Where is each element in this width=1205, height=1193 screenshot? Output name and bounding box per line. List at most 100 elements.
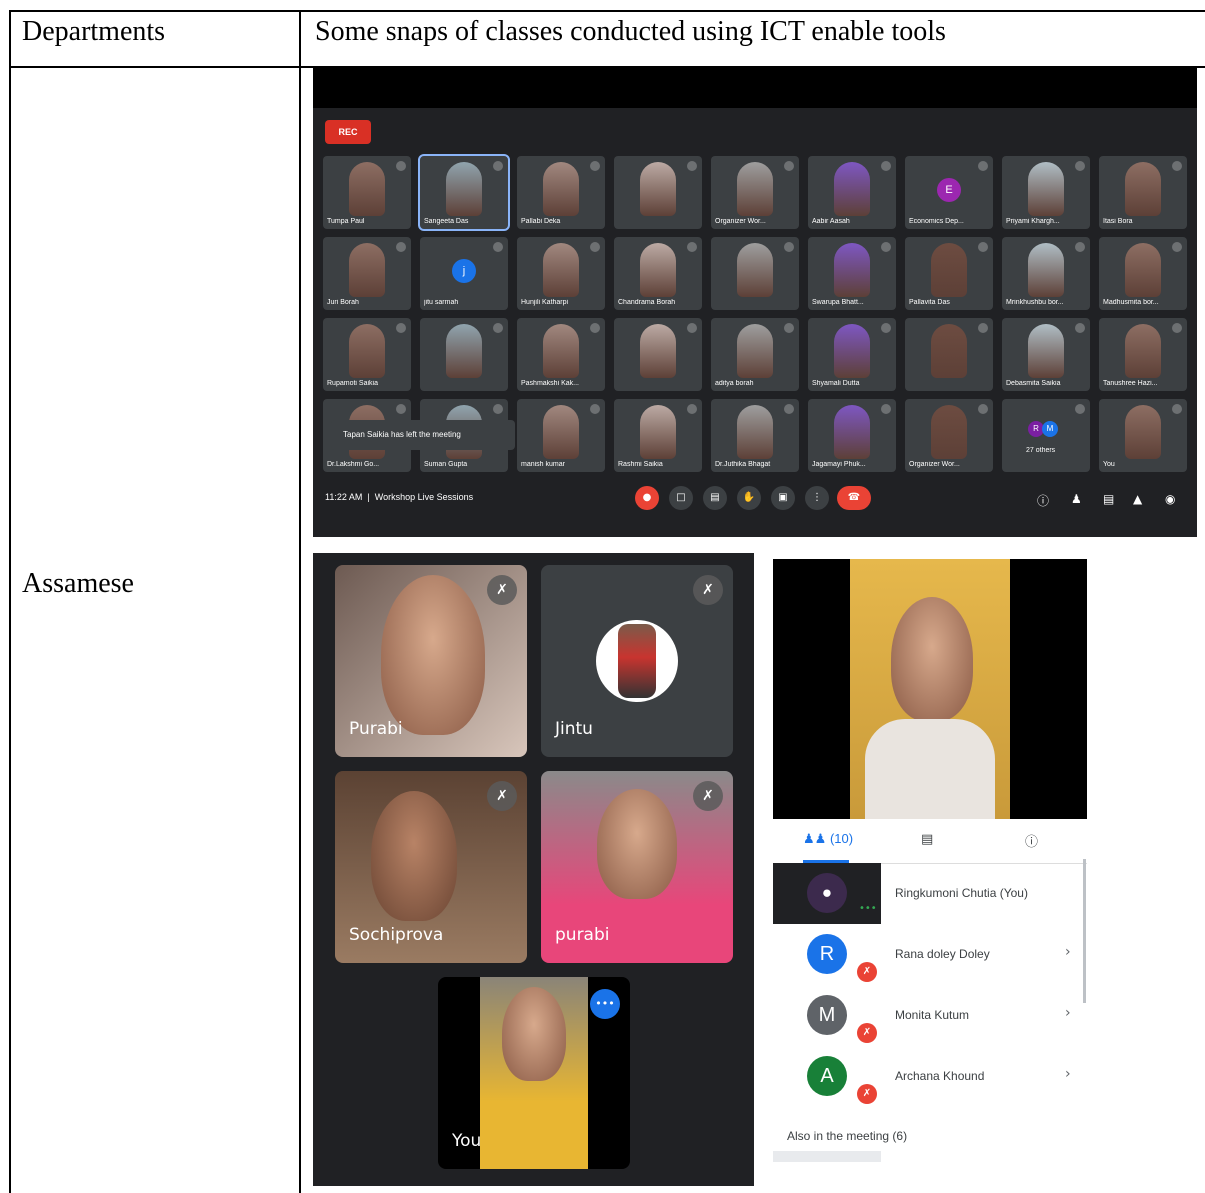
meeting-time-info: 11:22 AM | Workshop Live Sessions bbox=[325, 492, 473, 502]
chat-icon[interactable]: ▤ bbox=[1103, 492, 1114, 506]
meeting-time: 11:22 AM bbox=[325, 492, 363, 502]
activities-icon[interactable]: ▲ bbox=[1133, 492, 1142, 506]
participant-tile: Rashmi Saikia bbox=[614, 399, 702, 472]
tab-info[interactable]: ⓘ bbox=[1025, 831, 1038, 850]
raise-hand-button[interactable]: ✋ bbox=[737, 486, 761, 510]
participant-tile: Sangeeta Das bbox=[418, 154, 510, 231]
participant-name: Debasmita Saikia bbox=[1006, 380, 1061, 387]
participant-face bbox=[349, 162, 385, 216]
mic-icon bbox=[784, 323, 794, 333]
avatar: E bbox=[937, 178, 961, 202]
mic-icon bbox=[687, 161, 697, 171]
people-count: (10) bbox=[829, 831, 854, 846]
speaker-video bbox=[773, 559, 1087, 819]
time-separator: | bbox=[364, 492, 373, 502]
present-button[interactable]: ▣ bbox=[771, 486, 795, 510]
participant-tile: Jagamayi Phuk... bbox=[808, 399, 896, 472]
recording-badge: REC bbox=[325, 120, 371, 144]
info-icon[interactable]: ⓘ bbox=[1037, 492, 1049, 509]
participant-name: You bbox=[1103, 461, 1115, 468]
participant-face bbox=[931, 243, 967, 297]
participant-name: Chandrama Borah bbox=[618, 299, 676, 306]
mic-icon bbox=[784, 161, 794, 171]
end-call-button[interactable]: ☎ bbox=[837, 486, 871, 510]
participant-face bbox=[737, 405, 773, 459]
camera-button[interactable]: □ bbox=[669, 486, 693, 510]
mic-icon bbox=[1172, 161, 1182, 171]
participant-face bbox=[1125, 324, 1161, 378]
mic-icon bbox=[978, 323, 988, 333]
participant-name: Rupamoti Saikia bbox=[327, 380, 378, 387]
participant-tile: Chandrama Borah bbox=[614, 237, 702, 310]
participant-tile: j jitu sarmah bbox=[420, 237, 508, 310]
avatar: R bbox=[807, 934, 847, 974]
participant-face bbox=[1125, 405, 1161, 459]
participant-name: Ringkumoni Chutia (You) bbox=[895, 886, 1028, 900]
scrollbar[interactable] bbox=[1083, 859, 1086, 1003]
chevron-right-icon[interactable]: › bbox=[1065, 1066, 1071, 1082]
participant-name: Suman Gupta bbox=[424, 461, 468, 468]
participant-name: Pallabi Deka bbox=[521, 218, 561, 225]
participant-name: aditya borah bbox=[715, 380, 754, 387]
mic-icon bbox=[881, 161, 891, 171]
chat-icon: ▤ bbox=[921, 832, 934, 847]
avatar bbox=[596, 620, 678, 702]
chevron-right-icon[interactable]: › bbox=[1065, 944, 1071, 960]
participant-face bbox=[737, 324, 773, 378]
participant-face bbox=[737, 162, 773, 216]
mic-icon bbox=[590, 242, 600, 252]
participant-face bbox=[1028, 243, 1064, 297]
mic-icon bbox=[687, 323, 697, 333]
video-tile-purabi: ✗ Purabi bbox=[335, 565, 527, 757]
participant-name: Pashmakshi Kak... bbox=[521, 380, 579, 387]
participant-name: Madhusmita bor... bbox=[1103, 299, 1159, 306]
chevron-right-icon[interactable]: › bbox=[1065, 1005, 1071, 1021]
mic-off-button[interactable]: ● bbox=[635, 486, 659, 510]
list-item[interactable]: R ✗ Rana doley Doley › bbox=[773, 924, 1087, 985]
people-icon[interactable]: ♟ bbox=[1071, 492, 1082, 506]
participant-tile: You bbox=[1099, 399, 1187, 472]
list-item[interactable]: M ✗ Monita Kutum › bbox=[773, 985, 1087, 1046]
participant-face bbox=[543, 405, 579, 459]
participant-tile: Pashmakshi Kak... bbox=[517, 318, 605, 391]
participant-name: 27 others bbox=[1026, 447, 1056, 454]
host-controls-icon[interactable]: ◉ bbox=[1165, 492, 1175, 506]
participant-tile bbox=[905, 318, 993, 391]
participant-tile: Rupamoti Saikia bbox=[323, 318, 411, 391]
list-item[interactable]: A ✗ Archana Khound › bbox=[773, 1046, 1087, 1107]
participant-face bbox=[446, 162, 482, 216]
participant-name: Rana doley Doley bbox=[895, 947, 990, 961]
participant-tile: Debasmita Saikia bbox=[1002, 318, 1090, 391]
mic-icon bbox=[493, 242, 503, 252]
participant-name: Organizer Wor... bbox=[715, 218, 766, 225]
snaps-header: Some snaps of classes conducted using IC… bbox=[315, 16, 946, 47]
mic-off-icon: ● bbox=[642, 492, 652, 503]
mic-off-icon: ✗ bbox=[857, 962, 877, 982]
mic-icon bbox=[1075, 161, 1085, 171]
meeting-name: Workshop Live Sessions bbox=[374, 492, 474, 502]
participant-name: Aabir Aasah bbox=[812, 218, 850, 225]
mic-icon bbox=[978, 161, 988, 171]
participant-tile: E Economics Dep... bbox=[905, 156, 993, 229]
mic-icon bbox=[1075, 404, 1085, 414]
more-options-button[interactable]: ⋮ bbox=[805, 486, 829, 510]
list-item-self[interactable]: ⚫ ••• Ringkumoni Chutia (You) bbox=[773, 863, 1087, 924]
mic-icon bbox=[493, 404, 503, 414]
tab-chat[interactable]: ▤ bbox=[921, 831, 933, 847]
participant-face bbox=[834, 324, 870, 378]
participant-tile: Madhusmita bor... bbox=[1099, 237, 1187, 310]
participant-tile: Juri Borah bbox=[323, 237, 411, 310]
video-tile-you: ••• You bbox=[438, 977, 630, 1169]
people-icon: ♟♟ bbox=[803, 832, 827, 847]
participant-tile bbox=[711, 237, 799, 310]
captions-button[interactable]: ▤ bbox=[703, 486, 727, 510]
mic-icon bbox=[1075, 323, 1085, 333]
mic-icon bbox=[784, 404, 794, 414]
participant-tile: Mrinkhushbu bor... bbox=[1002, 237, 1090, 310]
participant-name: Priyami Khargh... bbox=[1006, 218, 1060, 225]
more-icon: ••• bbox=[859, 903, 877, 914]
video-tile-sochiprova: ✗ Sochiprova bbox=[335, 771, 527, 963]
departments-header: Departments bbox=[22, 16, 166, 47]
participant-name: Hunjili Katharpi bbox=[521, 299, 569, 306]
tab-people[interactable]: ♟♟ (10) bbox=[803, 831, 853, 847]
